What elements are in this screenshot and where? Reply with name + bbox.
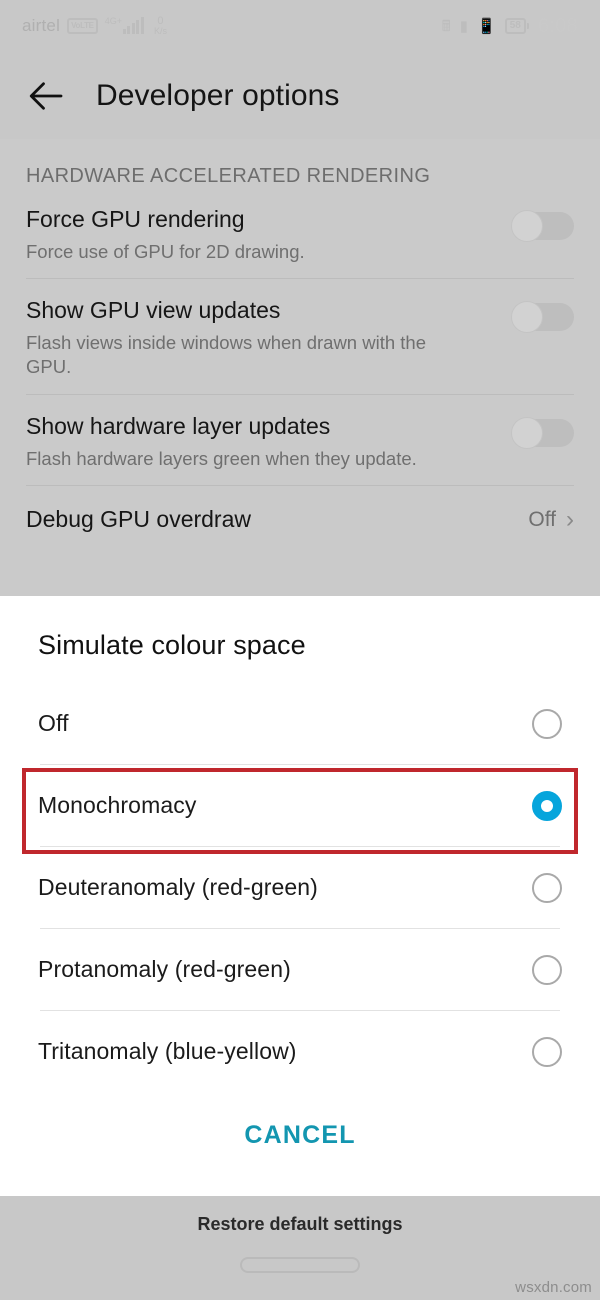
setting-value: Off <box>528 507 556 531</box>
radio-group-colour-space: Off Monochromacy Deuteranomaly (red-gree… <box>0 683 600 1092</box>
setting-summary: Force use of GPU for 2D drawing. <box>26 240 305 262</box>
battery-level-label: 58 <box>504 18 526 34</box>
setting-row-debug-gpu-overdraw[interactable]: Debug GPU overdraw Off › <box>0 486 600 548</box>
radio-option-monochromacy[interactable]: Monochromacy <box>0 765 600 846</box>
toggle-show-hardware-layer-updates[interactable] <box>511 416 574 449</box>
volte-badge: VoLTE <box>67 17 98 34</box>
app-bar: Developer options <box>0 52 600 139</box>
radio-option-label: Protanomaly (red-green) <box>38 956 291 982</box>
setting-texts: Show hardware layer updates Flash hardwa… <box>26 413 512 471</box>
toggle-knob <box>511 210 543 242</box>
radio-option-protanomaly[interactable]: Protanomaly (red-green) <box>0 929 600 1010</box>
setting-texts: Force GPU rendering Force use of GPU for… <box>26 206 512 264</box>
toggle-show-gpu-view-updates[interactable] <box>511 301 574 334</box>
status-bar-left: airtel VoLTE 4G+ 0 K/s <box>22 15 167 37</box>
status-bar: airtel VoLTE 4G+ 0 K/s 🖩 ▮ 📱 58 6:08 <box>0 0 600 52</box>
sim-icon: ▮ <box>459 17 469 35</box>
dialog-title: Simulate colour space <box>38 630 306 660</box>
setting-title: Debug GPU overdraw <box>26 506 251 533</box>
phone-screen: airtel VoLTE 4G+ 0 K/s 🖩 ▮ 📱 58 6:08 Dev… <box>0 0 600 1300</box>
radio-button-off[interactable] <box>532 708 562 739</box>
toggle-force-gpu-rendering[interactable] <box>511 210 574 242</box>
setting-title: Force GPU rendering <box>26 206 245 232</box>
setting-row-force-gpu-rendering[interactable]: Force GPU rendering Force use of GPU for… <box>0 188 600 278</box>
data-speed-unit: K/s <box>153 26 167 37</box>
battery-icon: 58 <box>504 18 529 34</box>
back-arrow-icon[interactable] <box>24 73 70 119</box>
page-title: Developer options <box>96 78 340 112</box>
simulate-colour-space-dialog: Simulate colour space Off Monochromacy D… <box>0 596 600 1196</box>
setting-row-show-hardware-layer-updates[interactable]: Show hardware layer updates Flash hardwa… <box>0 395 600 485</box>
data-speed-indicator: 0 K/s <box>153 15 167 37</box>
setting-title: Show hardware layer updates <box>26 412 331 439</box>
bluetooth-icon: 🖩 <box>441 17 451 35</box>
chevron-right-icon: › <box>566 505 574 533</box>
radio-option-label: Monochromacy <box>38 792 197 818</box>
setting-texts: Debug GPU overdraw <box>26 506 528 534</box>
network-type-label: 4G+ <box>104 16 122 27</box>
radio-option-label: Tritanomaly (blue-yellow) <box>38 1038 297 1064</box>
radio-option-label: Deuteranomaly (red-green) <box>38 874 318 900</box>
cancel-button[interactable]: CANCEL <box>244 1121 355 1150</box>
setting-row-show-gpu-view-updates[interactable]: Show GPU view updates Flash views inside… <box>0 279 600 394</box>
dialog-actions: CANCEL <box>0 1092 600 1178</box>
restore-default-settings-label[interactable]: Restore default settings <box>0 1196 600 1235</box>
clock-label: 6:08 <box>537 14 578 37</box>
setting-title: Show GPU view updates <box>26 297 281 324</box>
bottom-bar: Restore default settings <box>0 1196 600 1300</box>
radio-option-tritanomaly[interactable]: Tritanomaly (blue-yellow) <box>0 1011 600 1092</box>
signal-bars-icon <box>122 17 144 35</box>
signal-indicator: 4G+ <box>104 16 144 35</box>
radio-option-deuteranomaly[interactable]: Deuteranomaly (red-green) <box>0 847 600 928</box>
radio-button-monochromacy[interactable] <box>532 790 562 821</box>
toggle-knob <box>511 301 543 334</box>
radio-option-label: Off <box>38 710 69 736</box>
radio-button-protanomaly[interactable] <box>532 954 562 985</box>
carrier-label: airtel <box>22 15 61 35</box>
status-bar-right: 🖩 ▮ 📱 58 6:08 <box>442 15 578 38</box>
setting-summary: Flash views inside windows when drawn wi… <box>26 331 426 378</box>
setting-texts: Show GPU view updates Flash views inside… <box>26 297 512 380</box>
watermark: wsxdn.com <box>515 1279 592 1296</box>
radio-option-off[interactable]: Off <box>0 683 600 764</box>
radio-button-tritanomaly[interactable] <box>532 1036 562 1067</box>
settings-list: HARDWARE ACCELERATED RENDERING Force GPU… <box>0 139 600 596</box>
section-header-hardware-accelerated-rendering: HARDWARE ACCELERATED RENDERING <box>26 165 431 187</box>
toggle-knob <box>511 416 543 449</box>
home-gesture-pill[interactable] <box>240 1257 360 1273</box>
radio-button-deuteranomaly[interactable] <box>532 872 562 903</box>
setting-summary: Flash hardware layers green when they up… <box>26 447 417 469</box>
vibrate-icon: 📱 <box>477 17 496 35</box>
battery-cap <box>526 23 529 29</box>
